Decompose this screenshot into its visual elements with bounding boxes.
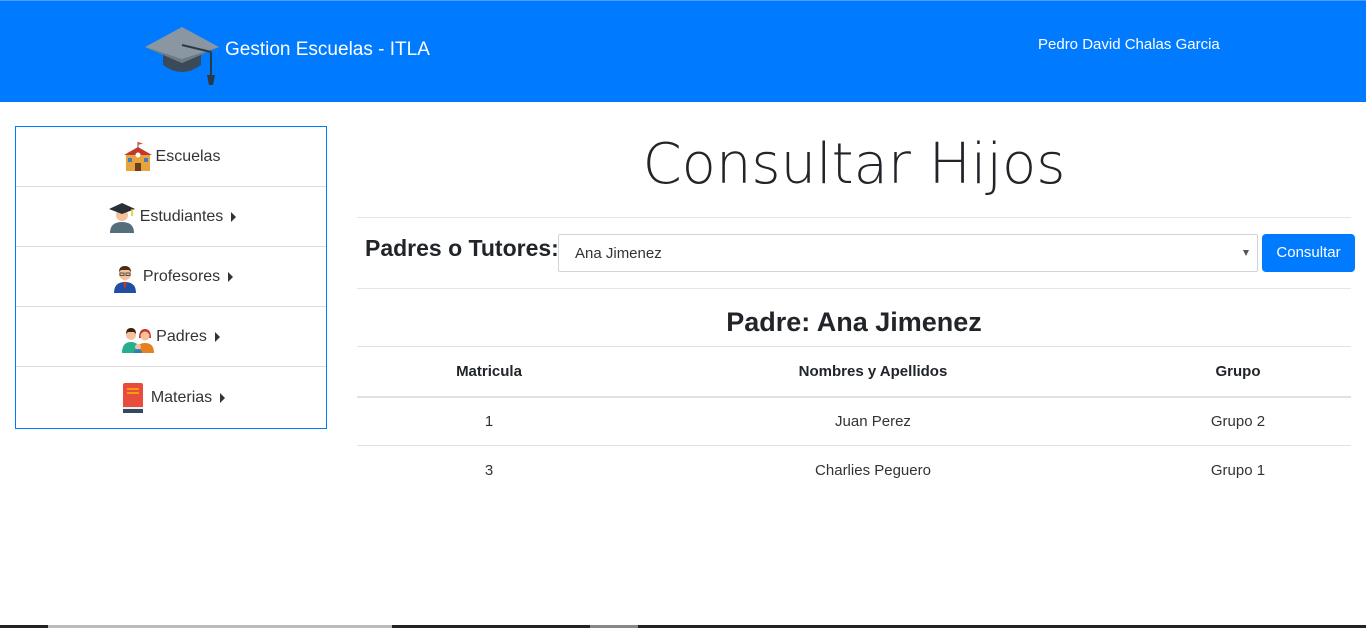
column-header-grupo: Grupo	[1125, 346, 1351, 398]
parents-select-value: Ana Jimenez	[575, 245, 662, 262]
sidebar-item-label: Materias	[150, 388, 213, 406]
sidebar-item-padres[interactable]: Padres	[16, 307, 326, 367]
cell-grupo: Grupo 1	[1210, 461, 1266, 479]
graduate-student-icon	[108, 202, 135, 233]
table-row: 3 Charlies Peguero Grupo 1	[357, 446, 1351, 495]
column-header-matricula: Matricula	[357, 346, 621, 398]
cell-nombre: Charlies Peguero	[815, 461, 931, 479]
parents-select-label: Padres o Tutores:	[365, 235, 559, 261]
consultar-button[interactable]: Consultar	[1262, 234, 1355, 272]
school-icon	[123, 141, 152, 171]
sidebar-item-profesores[interactable]: Profesores	[16, 247, 326, 307]
sidebar-item-label: Estudiantes	[139, 207, 224, 225]
page-title: Consultar Hijos	[642, 132, 1066, 197]
cell-grupo: Grupo 2	[1125, 396, 1351, 446]
sidebar-item-materias[interactable]: Materias	[16, 367, 326, 428]
divider	[357, 288, 1351, 289]
parents-select[interactable]: Ana Jimenez	[558, 234, 1258, 272]
sidebar-item-escuelas[interactable]: Escuelas	[16, 127, 326, 187]
teacher-icon	[113, 265, 136, 293]
sidebar-menu: Escuelas Estudiantes Profesores Padres M…	[15, 126, 327, 429]
children-table: Matricula Nombres y Apellidos Grupo 1 Ju…	[357, 346, 1351, 495]
table-row: 1 Juan Perez Grupo 2	[357, 396, 1351, 446]
sidebar-item-estudiantes[interactable]: Estudiantes	[16, 187, 326, 247]
parent-prefix: Padre:	[726, 307, 811, 337]
dropdown-arrow-icon	[1243, 250, 1249, 256]
divider	[357, 217, 1351, 218]
caret-right-icon	[214, 331, 220, 342]
cell-matricula: 1	[357, 396, 621, 446]
sidebar-item-label: Padres	[156, 327, 207, 345]
user-name[interactable]: Pedro David Chalas Garcia	[1038, 36, 1220, 53]
table-header-row: Matricula Nombres y Apellidos Grupo	[357, 346, 1351, 398]
brand-title[interactable]: Gestion Escuelas - ITLA	[225, 39, 430, 61]
cell-nombre: Juan Perez	[621, 396, 1125, 446]
cell-matricula: 3	[484, 461, 494, 479]
sidebar-item-label: Profesores	[142, 267, 221, 285]
book-icon	[122, 382, 143, 413]
parent-heading: Padre: Ana Jimenez	[357, 307, 1351, 338]
parent-name: Ana Jimenez	[816, 307, 982, 337]
caret-right-icon	[220, 392, 226, 403]
caret-right-icon	[228, 271, 234, 282]
top-navbar: Gestion Escuelas - ITLA Pedro David Chal…	[0, 0, 1366, 102]
parents-icon	[122, 327, 155, 353]
sidebar-item-label: Escuelas	[155, 147, 221, 165]
caret-right-icon	[231, 211, 237, 222]
graduation-cap-icon[interactable]	[143, 25, 221, 87]
column-header-nombres: Nombres y Apellidos	[621, 346, 1125, 398]
